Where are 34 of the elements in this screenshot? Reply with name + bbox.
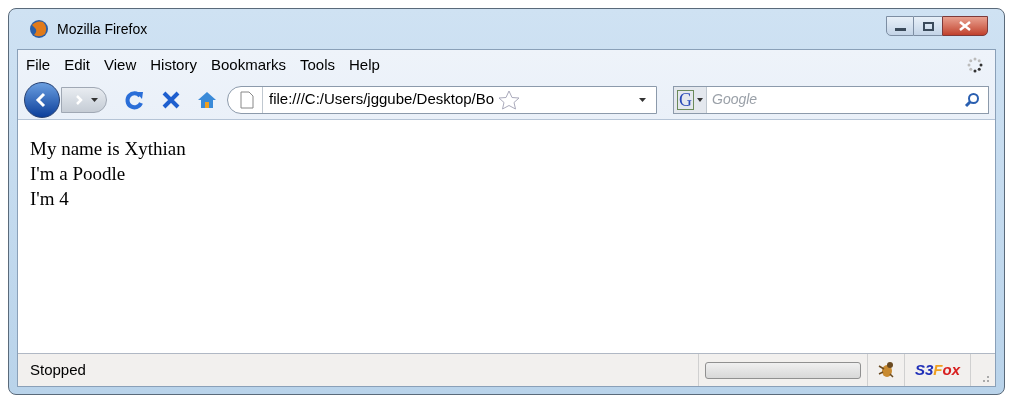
content-line: I'm 4 xyxy=(30,187,70,211)
addon-logo[interactable]: S3Fox xyxy=(903,354,971,386)
menu-item[interactable]: Help xyxy=(349,53,380,77)
search-field[interactable]: G Google xyxy=(673,85,989,114)
content-line: I'm a Poodle xyxy=(30,162,127,186)
star-icon[interactable] xyxy=(498,89,521,110)
window-title: Mozilla Firefox xyxy=(57,19,148,39)
reload-icon[interactable] xyxy=(123,88,145,111)
search-engine-button[interactable]: G xyxy=(674,86,707,113)
address-field[interactable]: file:///C:/Users/jggube/Desktop/Bo xyxy=(227,85,657,114)
back-button[interactable] xyxy=(24,81,60,118)
menu-item[interactable]: View xyxy=(104,53,137,77)
menu-item[interactable]: History xyxy=(150,53,197,77)
maximize-button[interactable] xyxy=(914,16,942,36)
minimize-button[interactable] xyxy=(886,16,914,36)
content-line: My name is Xythian xyxy=(30,137,187,161)
search-icon[interactable] xyxy=(964,91,980,108)
globe-icon xyxy=(29,19,49,39)
menu-item[interactable]: Bookmarks xyxy=(210,53,286,77)
status-text: Stopped xyxy=(30,359,86,380)
dropdown-icon xyxy=(697,97,703,102)
address-text: file:///C:/Users/jggube/Desktop/Bo xyxy=(269,89,495,110)
menu-item[interactable]: Tools xyxy=(300,53,335,77)
throbber-icon xyxy=(967,57,983,73)
home-icon[interactable] xyxy=(197,89,217,110)
menu-item[interactable]: File xyxy=(26,53,51,77)
stop-icon[interactable] xyxy=(161,89,181,110)
close-icon xyxy=(959,21,971,31)
search-input[interactable]: Google xyxy=(712,89,802,110)
page-icon xyxy=(240,90,254,109)
dropdown-icon[interactable] xyxy=(639,97,646,102)
close-button[interactable] xyxy=(942,16,988,36)
menu-item[interactable]: Edit xyxy=(64,53,91,77)
dropdown-icon xyxy=(91,97,98,102)
